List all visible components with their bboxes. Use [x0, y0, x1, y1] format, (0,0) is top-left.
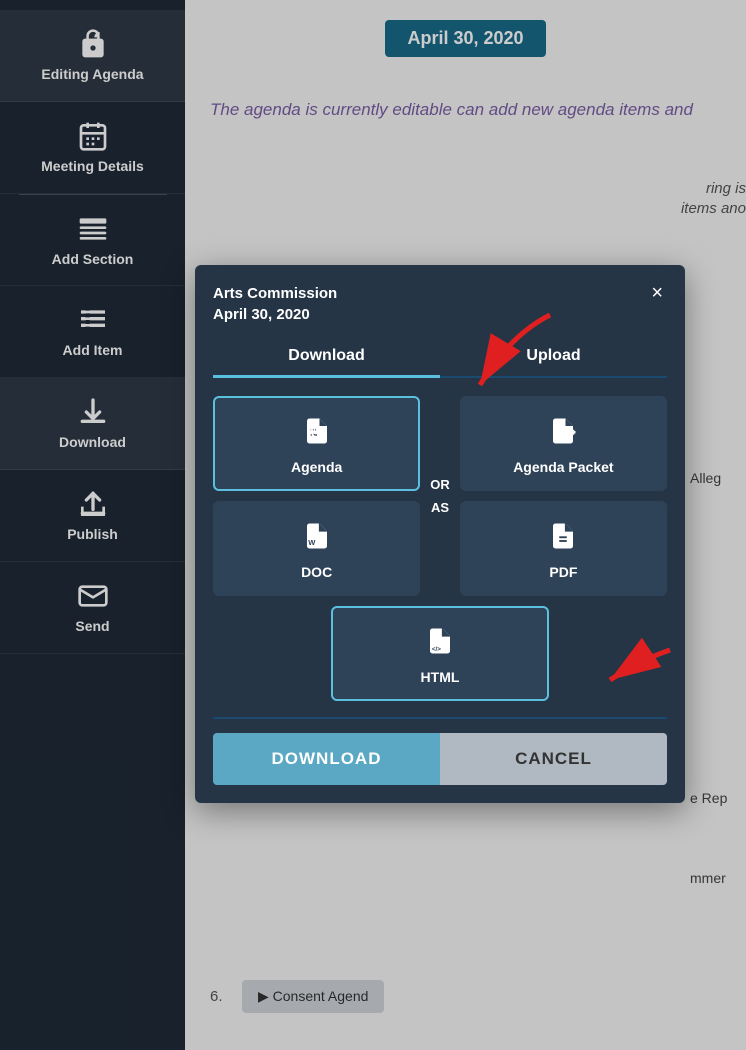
format-btn-agenda-packet[interactable]: Agenda Packet: [460, 396, 667, 491]
html-label: HTML: [421, 669, 460, 685]
svg-text:</>: </>: [432, 646, 441, 653]
agenda-packet-label: Agenda Packet: [513, 459, 613, 475]
doc-label: DOC: [301, 564, 332, 580]
format-btn-agenda[interactable]: Agenda: [213, 396, 420, 491]
modal-actions: DOWNLOAD CANCEL: [213, 717, 667, 785]
format-grid: Agenda OR AS Agenda Packet: [213, 396, 667, 701]
tab-upload[interactable]: Upload: [440, 337, 667, 376]
modal-header: Arts Commission April 30, 2020 ×: [213, 283, 667, 325]
modal-title: Arts Commission April 30, 2020: [213, 283, 337, 325]
format-btn-pdf[interactable]: PDF: [460, 501, 667, 596]
tab-download[interactable]: Download: [213, 337, 440, 378]
html-icon: </>: [425, 626, 455, 663]
pdf-label: PDF: [549, 564, 577, 580]
modal-close-button[interactable]: ×: [647, 283, 667, 303]
pdf-icon: [548, 521, 578, 558]
svg-text:W: W: [308, 538, 316, 547]
format-btn-doc[interactable]: W DOC: [213, 501, 420, 596]
or-as-connector: OR AS: [430, 477, 450, 515]
download-modal: Arts Commission April 30, 2020 × Downloa…: [195, 265, 685, 803]
agenda-icon: [302, 416, 332, 453]
agenda-label: Agenda: [291, 459, 342, 475]
download-button[interactable]: DOWNLOAD: [213, 733, 440, 785]
format-btn-html[interactable]: </> HTML: [331, 606, 549, 701]
agenda-packet-icon: [548, 416, 578, 453]
modal-tabs: Download Upload: [213, 337, 667, 378]
cancel-button[interactable]: CANCEL: [440, 733, 667, 785]
doc-icon: W: [302, 521, 332, 558]
html-btn-wrapper: </> HTML: [213, 606, 667, 701]
